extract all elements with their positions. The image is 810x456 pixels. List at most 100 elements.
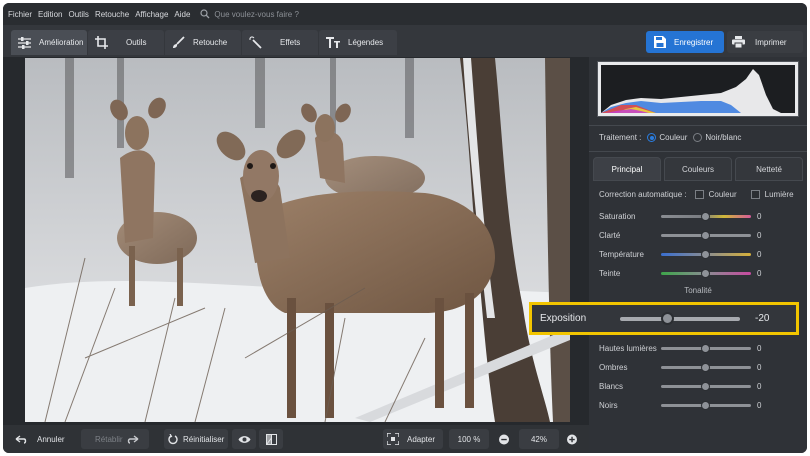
tab-retouche[interactable]: Retouche <box>165 30 241 55</box>
slider-track[interactable] <box>661 268 751 278</box>
slider-knob[interactable] <box>701 230 710 240</box>
slider-clarte[interactable]: Clarté 0 <box>599 229 799 241</box>
checkbox-auto-lumiere[interactable] <box>750 190 760 199</box>
slider-knob[interactable] <box>701 381 710 391</box>
tonal-heading: Tonalité <box>684 286 712 295</box>
minus-circle-icon <box>499 434 509 444</box>
slider-exposition[interactable]: Exposition -20 <box>529 302 799 335</box>
tab-label: Légendes <box>348 38 384 47</box>
slider-knob[interactable] <box>701 400 710 410</box>
slider-knob[interactable] <box>701 343 710 353</box>
zoom-level[interactable]: 42% <box>519 429 559 449</box>
tab-legendes[interactable]: Légendes <box>319 30 397 55</box>
fit-screen-icon <box>387 433 399 445</box>
tab-amelioration[interactable]: Amélioration <box>11 30 87 55</box>
menu-fichier[interactable]: Fichier <box>8 10 32 19</box>
radio-noir-blanc-label[interactable]: Noir/blanc <box>705 133 741 142</box>
undo-button[interactable]: Annuler <box>11 429 79 449</box>
slider-label: Température <box>599 249 644 259</box>
slider-track[interactable] <box>661 343 751 353</box>
slider-blancs[interactable]: Blancs 0 <box>599 380 799 392</box>
photo-deer-in-snow[interactable] <box>25 58 570 422</box>
exposure-knob[interactable] <box>661 311 674 325</box>
histogram <box>597 61 799 117</box>
undo-icon <box>15 434 27 444</box>
slider-knob[interactable] <box>701 362 710 372</box>
search-icon <box>200 9 210 19</box>
crop-icon <box>95 36 108 49</box>
radio-couleur[interactable] <box>647 133 657 142</box>
slider-track[interactable] <box>661 249 751 259</box>
reset-label: Réinitialiser <box>183 434 225 444</box>
slider-label: Saturation <box>599 211 636 221</box>
fit-label: Adapter <box>407 434 436 444</box>
checkbox-auto-couleur[interactable] <box>694 190 704 199</box>
menu-affichage[interactable]: Affichage <box>135 10 168 19</box>
slider-track[interactable] <box>661 230 751 240</box>
slider-track[interactable] <box>661 400 751 410</box>
tab-label: Amélioration <box>39 38 84 47</box>
slider-value: 0 <box>757 230 762 240</box>
reset-button[interactable]: Réinitialiser <box>164 429 228 449</box>
slider-value: 0 <box>757 268 762 278</box>
menu-retouche[interactable]: Retouche <box>95 10 129 19</box>
plus-circle-icon <box>567 434 577 444</box>
magic-wand-icon <box>249 36 262 49</box>
toolbar: Amélioration Outils Retouche Effets Lége… <box>3 25 807 57</box>
radio-couleur-label[interactable]: Couleur <box>659 133 687 142</box>
sliders-icon <box>18 36 31 49</box>
fit-button[interactable]: Adapter <box>383 429 443 449</box>
slider-hautes-lumieres[interactable]: Hautes lumières 0 <box>599 342 799 354</box>
menu-bar: Fichier Edition Outils Retouche Affichag… <box>3 3 807 25</box>
zoom-100-button[interactable]: 100 % <box>449 429 489 449</box>
bottom-bar: Annuler Rétablir Réinitialiser Adapter 1… <box>3 425 589 453</box>
eye-icon <box>238 435 250 443</box>
auto-correction-label: Correction automatique : <box>599 190 687 199</box>
tab-couleurs[interactable]: Couleurs <box>664 157 732 181</box>
slider-value: 0 <box>757 362 762 372</box>
compare-button[interactable] <box>259 429 283 449</box>
save-button[interactable]: Enregistrer <box>646 31 724 53</box>
app-window: Fichier Edition Outils Retouche Affichag… <box>3 3 807 453</box>
exposure-label: Exposition <box>540 313 587 324</box>
slider-track[interactable] <box>661 211 751 221</box>
preview-toggle-button[interactable] <box>232 429 256 449</box>
save-label: Enregistrer <box>674 37 714 47</box>
tab-principal-label: Principal <box>611 164 643 174</box>
search-placeholder: Que voulez-vous faire ? <box>214 9 299 19</box>
slider-noirs[interactable]: Noirs 0 <box>599 399 799 411</box>
slider-teinte[interactable]: Teinte 0 <box>599 267 799 279</box>
tab-nettete[interactable]: Netteté <box>735 157 803 181</box>
slider-knob[interactable] <box>701 268 710 278</box>
slider-track[interactable] <box>661 362 751 372</box>
tab-principal[interactable]: Principal <box>593 157 661 181</box>
save-icon <box>654 36 666 48</box>
menu-outils[interactable]: Outils <box>68 10 88 19</box>
brush-icon <box>173 36 185 48</box>
slider-saturation[interactable]: Saturation 0 <box>599 210 799 222</box>
slider-knob[interactable] <box>701 249 710 259</box>
slider-label: Clarté <box>599 230 621 240</box>
slider-knob[interactable] <box>701 211 710 221</box>
redo-icon <box>127 434 138 444</box>
search-box[interactable]: Que voulez-vous faire ? <box>200 9 299 19</box>
menu-aide[interactable]: Aide <box>174 10 190 19</box>
auto-couleur-label: Couleur <box>708 190 737 199</box>
print-button[interactable]: Imprimer <box>727 31 803 53</box>
tab-outils[interactable]: Outils <box>88 30 164 55</box>
tab-label: Retouche <box>193 38 228 47</box>
menu-edition[interactable]: Edition <box>38 10 62 19</box>
print-label: Imprimer <box>755 37 787 47</box>
treatment-label: Traitement : <box>599 133 642 142</box>
radio-noir-blanc[interactable] <box>693 133 703 142</box>
zoom-out-button[interactable] <box>495 429 513 449</box>
redo-label: Rétablir <box>95 434 123 444</box>
slider-track[interactable] <box>661 381 751 391</box>
redo-button[interactable]: Rétablir <box>81 429 149 449</box>
slider-value: 0 <box>757 381 762 391</box>
exposure-track[interactable] <box>620 311 740 325</box>
slider-ombres[interactable]: Ombres 0 <box>599 361 799 373</box>
tab-effets[interactable]: Effets <box>242 30 318 55</box>
slider-temperature[interactable]: Température 0 <box>599 248 799 260</box>
zoom-in-button[interactable] <box>563 429 581 449</box>
